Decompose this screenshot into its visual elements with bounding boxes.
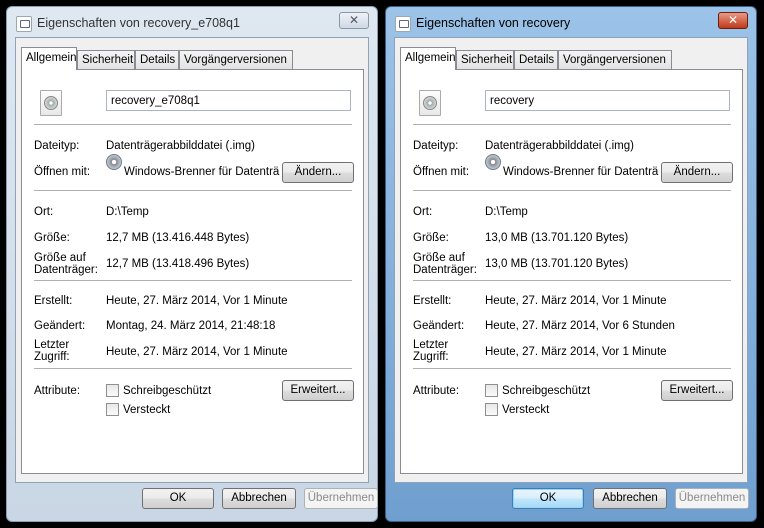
attributes-label: Attribute: xyxy=(34,385,81,397)
advanced-button[interactable]: Erweitert... xyxy=(282,380,354,401)
general-tab-panel: Dateityp: Datenträgerabbilddatei (.img) … xyxy=(400,69,743,474)
modified-value: Montag, 24. März 2014, 21:48:18 xyxy=(106,320,276,332)
separator xyxy=(413,368,731,369)
properties-window-icon xyxy=(395,16,411,32)
size-label: Größe: xyxy=(413,232,449,244)
open-with-value: Windows-Brenner für Datenträ xyxy=(124,166,280,178)
open-with-value: Windows-Brenner für Datenträ xyxy=(503,166,659,178)
close-button[interactable]: ✕ xyxy=(339,12,369,29)
apply-button[interactable]: Übernehmen xyxy=(304,488,378,509)
location-label: Ort: xyxy=(413,206,433,218)
modified-label: Geändert: xyxy=(34,320,86,332)
separator xyxy=(34,280,352,281)
change-button[interactable]: Ändern... xyxy=(661,162,733,183)
separator xyxy=(413,124,731,125)
disc-image-file-icon xyxy=(419,90,441,116)
hidden-checkbox-label[interactable]: Versteckt xyxy=(502,404,549,416)
ok-button[interactable]: OK xyxy=(142,488,214,509)
modified-value: Heute, 27. März 2014, Vor 6 Stunden xyxy=(485,320,675,332)
burner-app-icon xyxy=(106,154,122,170)
tab-sicherheit[interactable]: Sicherheit xyxy=(77,50,135,69)
cancel-button[interactable]: Abbrechen xyxy=(222,488,296,509)
readonly-checkbox[interactable] xyxy=(485,384,498,397)
type-label: Dateityp: xyxy=(34,140,80,152)
tab-vorgaengerversionen[interactable]: Vorgängerversionen xyxy=(179,50,293,69)
properties-window-icon xyxy=(16,16,32,32)
tab-vorgaengerversionen[interactable]: Vorgängerversionen xyxy=(558,50,672,69)
readonly-checkbox-label[interactable]: Schreibgeschützt xyxy=(502,385,590,397)
window-title: Eigenschaften von recovery xyxy=(416,16,571,30)
ok-button[interactable]: OK xyxy=(512,488,584,509)
burner-app-icon xyxy=(485,154,501,170)
tab-sicherheit[interactable]: Sicherheit xyxy=(456,50,514,69)
created-label: Erstellt: xyxy=(34,295,73,307)
type-label: Dateityp: xyxy=(413,140,459,152)
dialog-client: Allgemein Sicherheit Details Vorgängerve… xyxy=(394,37,749,509)
created-value: Heute, 27. März 2014, Vor 1 Minute xyxy=(485,295,667,307)
tab-allgemein[interactable]: Allgemein xyxy=(21,47,77,70)
separator xyxy=(413,190,731,191)
accessed-value: Heute, 27. März 2014, Vor 1 Minute xyxy=(106,346,288,358)
open-with-label: Öffnen mit: xyxy=(413,166,470,178)
type-value: Datenträgerabbilddatei (.img) xyxy=(485,140,634,152)
accessed-value: Heute, 27. März 2014, Vor 1 Minute xyxy=(485,346,667,358)
hidden-checkbox[interactable] xyxy=(106,403,119,416)
separator xyxy=(34,124,352,125)
title-bar[interactable]: Eigenschaften von recovery ✕ xyxy=(386,7,756,37)
separator xyxy=(413,280,731,281)
created-value: Heute, 27. März 2014, Vor 1 Minute xyxy=(106,295,288,307)
tab-allgemein[interactable]: Allgemein xyxy=(400,47,456,70)
apply-button[interactable]: Übernehmen xyxy=(675,488,749,509)
size-on-disk-label: Größe auf Datenträger: xyxy=(34,252,98,276)
disc-image-file-icon xyxy=(40,90,62,116)
size-label: Größe: xyxy=(34,232,70,244)
size-on-disk-value: 13,0 MB (13.701.120 Bytes) xyxy=(485,258,629,270)
type-value: Datenträgerabbilddatei (.img) xyxy=(106,140,255,152)
accessed-label: Letzter Zugriff: xyxy=(413,339,449,363)
advanced-button[interactable]: Erweitert... xyxy=(661,380,733,401)
tab-details[interactable]: Details xyxy=(135,50,179,69)
open-with-label: Öffnen mit: xyxy=(34,166,91,178)
tab-details[interactable]: Details xyxy=(514,50,558,69)
separator xyxy=(34,368,352,369)
title-bar[interactable]: Eigenschaften von recovery_e708q1 ✕ xyxy=(7,7,377,37)
hidden-checkbox-label[interactable]: Versteckt xyxy=(123,404,170,416)
location-value: D:\Temp xyxy=(485,206,528,218)
location-label: Ort: xyxy=(34,206,54,218)
general-tab-panel: Dateityp: Datenträgerabbilddatei (.img) … xyxy=(21,69,364,474)
change-button[interactable]: Ändern... xyxy=(282,162,354,183)
file-name-input[interactable] xyxy=(485,90,730,111)
separator xyxy=(34,190,352,191)
properties-dialog-left: Eigenschaften von recovery_e708q1 ✕ Allg… xyxy=(6,6,378,522)
size-on-disk-label: Größe auf Datenträger: xyxy=(413,252,477,276)
file-name-input[interactable] xyxy=(106,90,351,111)
readonly-checkbox-label[interactable]: Schreibgeschützt xyxy=(123,385,211,397)
size-on-disk-value: 12,7 MB (13.418.496 Bytes) xyxy=(106,258,250,270)
properties-dialog-right: Eigenschaften von recovery ✕ Allgemein S… xyxy=(385,6,757,522)
created-label: Erstellt: xyxy=(413,295,452,307)
close-button[interactable]: ✕ xyxy=(718,12,748,29)
cancel-button[interactable]: Abbrechen xyxy=(593,488,667,509)
size-value: 13,0 MB (13.701.120 Bytes) xyxy=(485,232,629,244)
modified-label: Geändert: xyxy=(413,320,465,332)
attributes-label: Attribute: xyxy=(413,385,460,397)
window-title: Eigenschaften von recovery_e708q1 xyxy=(37,16,240,30)
dialog-client: Allgemein Sicherheit Details Vorgängerve… xyxy=(15,37,378,509)
readonly-checkbox[interactable] xyxy=(106,384,119,397)
size-value: 12,7 MB (13.416.448 Bytes) xyxy=(106,232,250,244)
location-value: D:\Temp xyxy=(106,206,149,218)
accessed-label: Letzter Zugriff: xyxy=(34,339,70,363)
hidden-checkbox[interactable] xyxy=(485,403,498,416)
